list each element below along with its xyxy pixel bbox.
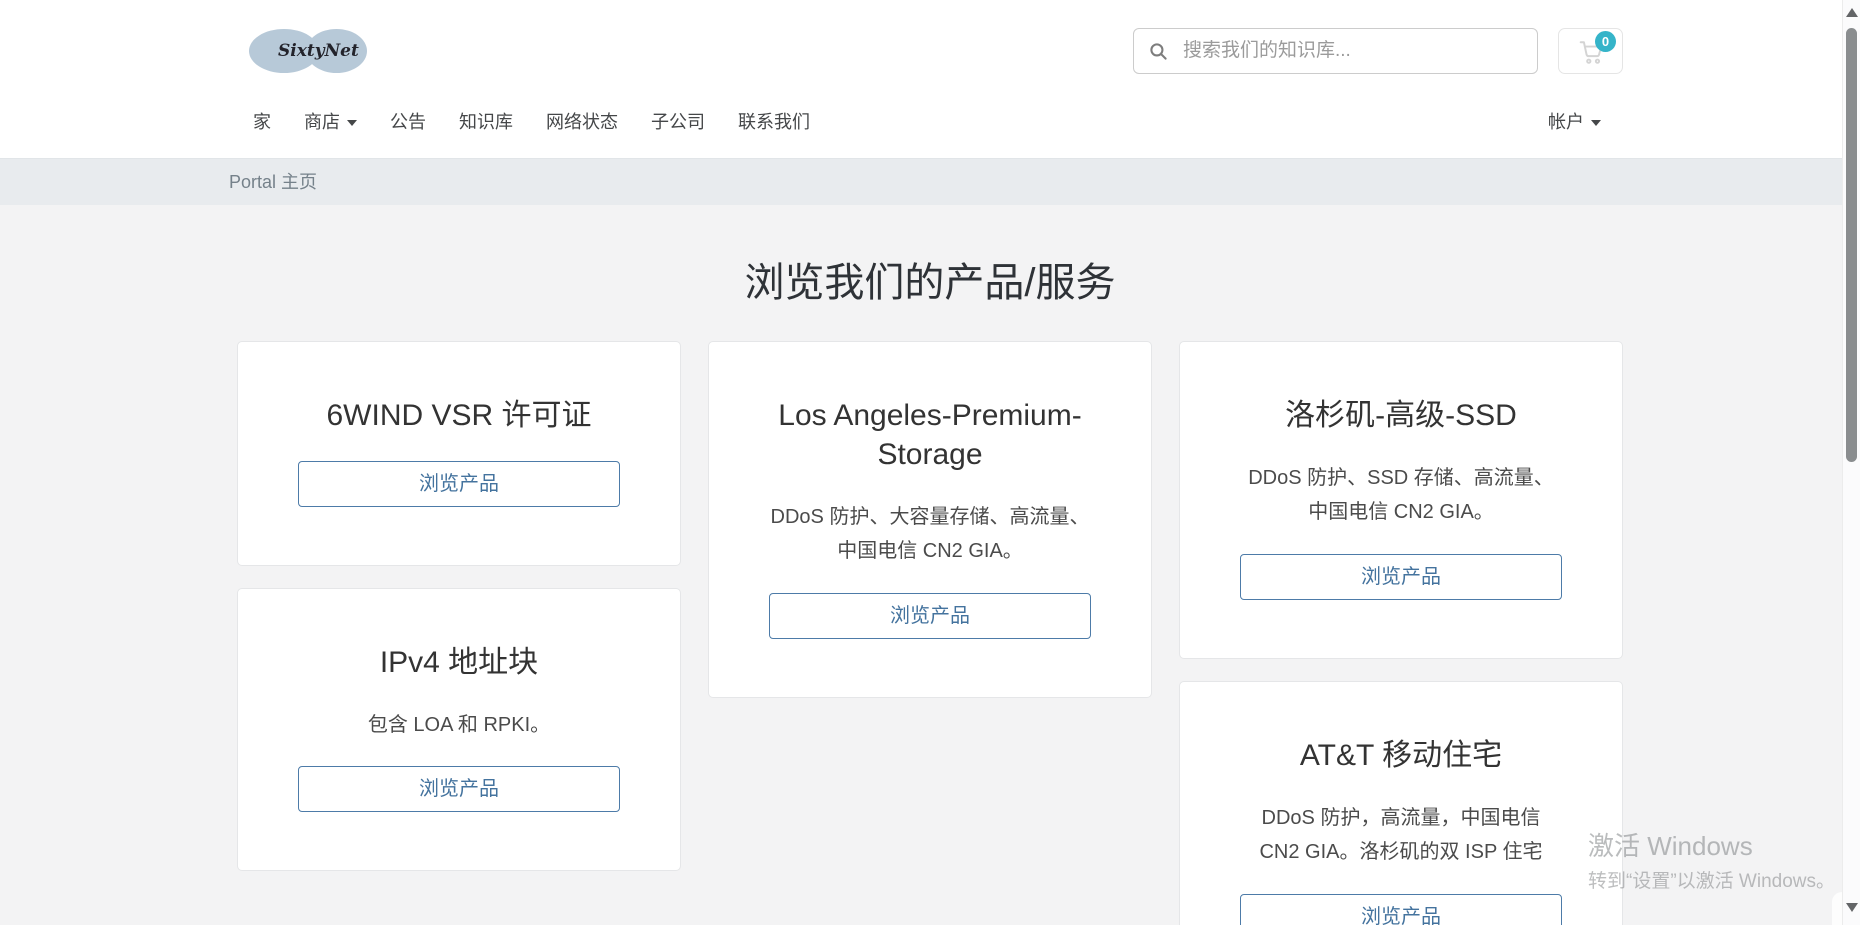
windows-activation-watermark: 激活 Windows 转到“设置”以激活 Windows。	[1588, 826, 1835, 893]
main-nav: 家 商店 公告 知识库 网络状态 子公司 联系我们	[253, 108, 810, 134]
nav-item-knowledgebase[interactable]: 知识库	[459, 108, 513, 134]
search-icon	[1149, 42, 1183, 61]
chevron-down-icon	[1591, 120, 1601, 126]
browse-products-button[interactable]: 浏览产品	[1240, 554, 1562, 600]
browse-products-button[interactable]: 浏览产品	[298, 461, 620, 507]
product-card-ipv4-blocks: IPv4 地址块 包含 LOA 和 RPKI。 浏览产品	[237, 588, 681, 871]
cart-count-badge: 0	[1595, 31, 1616, 52]
watermark-line2: 转到“设置”以激活 Windows。	[1588, 866, 1835, 893]
product-groups: 6WIND VSR 许可证 浏览产品 IPv4 地址块 包含 LOA 和 RPK…	[237, 341, 1623, 925]
watermark-line1: 激活 Windows	[1588, 826, 1835, 863]
logo-text: SixtyNet	[278, 41, 340, 61]
breadcrumb-bar: Portal 主页	[0, 158, 1860, 205]
browse-products-button[interactable]: 浏览产品	[769, 593, 1091, 639]
nav-item-home[interactable]: 家	[253, 108, 271, 134]
product-title: IPv4 地址块	[298, 643, 620, 682]
scrollbar-thumb[interactable]	[1846, 28, 1857, 462]
nav-item-network-status[interactable]: 网络状态	[546, 108, 618, 134]
product-description: 包含 LOA 和 RPKI。	[298, 708, 620, 742]
knowledgebase-search-box	[1133, 28, 1538, 74]
scroll-up-arrow-icon[interactable]	[1846, 8, 1858, 17]
product-card-la-premium-ssd: 洛杉矶-高级-SSD DDoS 防护、SSD 存储、高流量、中国电信 CN2 G…	[1179, 341, 1623, 659]
chevron-down-icon	[347, 120, 357, 126]
breadcrumb-portal-home[interactable]: Portal 主页	[229, 159, 317, 205]
card-column-3: 洛杉矶-高级-SSD DDoS 防护、SSD 存储、高流量、中国电信 CN2 G…	[1179, 341, 1623, 925]
product-description: DDoS 防护，高流量，中国电信 CN2 GIA。洛杉矶的双 ISP 住宅	[1240, 801, 1562, 870]
page-title: 浏览我们的产品/服务	[237, 259, 1623, 307]
site-header: SixtyNet	[0, 0, 1860, 158]
product-card-la-premium-storage: Los Angeles-Premium-Storage DDoS 防护、大容量存…	[708, 341, 1152, 698]
browse-products-button[interactable]: 浏览产品	[298, 766, 620, 812]
product-title: 洛杉矶-高级-SSD	[1240, 396, 1562, 435]
product-description: DDoS 防护、SSD 存储、高流量、中国电信 CN2 GIA。	[1240, 461, 1562, 530]
site-logo[interactable]: SixtyNet	[249, 28, 369, 74]
vertical-scrollbar[interactable]	[1842, 0, 1860, 925]
product-description: DDoS 防护、大容量存储、高流量、中国电信 CN2 GIA。	[769, 500, 1091, 569]
search-input[interactable]	[1183, 40, 1522, 62]
nav-item-subsidiary[interactable]: 子公司	[651, 108, 705, 134]
window-corner	[1832, 892, 1842, 925]
main-content: 浏览我们的产品/服务 6WIND VSR 许可证 浏览产品 IPv4 地址块 包…	[237, 259, 1623, 925]
nav-item-store[interactable]: 商店	[304, 108, 357, 134]
scroll-down-arrow-icon[interactable]	[1846, 903, 1858, 912]
card-column-2: Los Angeles-Premium-Storage DDoS 防护、大容量存…	[708, 341, 1152, 698]
product-card-6wind-vsr: 6WIND VSR 许可证 浏览产品	[237, 341, 681, 566]
card-column-1: 6WIND VSR 许可证 浏览产品 IPv4 地址块 包含 LOA 和 RPK…	[237, 341, 681, 871]
product-title: Los Angeles-Premium-Storage	[769, 396, 1091, 474]
nav-item-announcements[interactable]: 公告	[390, 108, 426, 134]
product-title: AT&T 移动住宅	[1240, 736, 1562, 775]
nav-item-account[interactable]: 帐户	[1548, 108, 1601, 134]
cart-button[interactable]: 0	[1558, 28, 1623, 74]
browse-products-button[interactable]: 浏览产品	[1240, 894, 1562, 925]
product-title: 6WIND VSR 许可证	[298, 396, 620, 435]
nav-item-contact[interactable]: 联系我们	[738, 108, 810, 134]
product-card-att-mobile-residential: AT&T 移动住宅 DDoS 防护，高流量，中国电信 CN2 GIA。洛杉矶的双…	[1179, 681, 1623, 925]
